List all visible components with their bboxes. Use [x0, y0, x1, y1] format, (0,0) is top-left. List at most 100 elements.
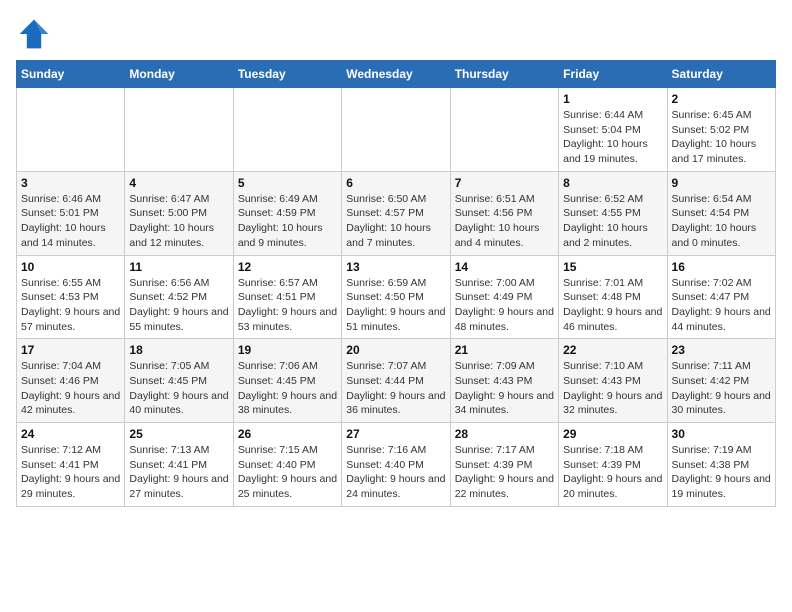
day-number: 13 — [346, 260, 445, 274]
day-number: 21 — [455, 343, 554, 357]
calendar-cell: 24 Sunrise: 7:12 AMSunset: 4:41 PMDayligh… — [17, 423, 125, 507]
day-info: Sunrise: 7:12 AMSunset: 4:41 PMDaylight:… — [21, 443, 120, 502]
calendar-cell: 30 Sunrise: 7:19 AMSunset: 4:38 PMDayligh… — [667, 423, 775, 507]
calendar-cell: 10 Sunrise: 6:55 AMSunset: 4:53 PMDayligh… — [17, 255, 125, 339]
calendar-cell — [125, 88, 233, 172]
day-info: Sunrise: 6:55 AMSunset: 4:53 PMDaylight:… — [21, 276, 120, 335]
week-row-3: 10 Sunrise: 6:55 AMSunset: 4:53 PMDayligh… — [17, 255, 776, 339]
day-number: 4 — [129, 176, 228, 190]
day-info: Sunrise: 7:04 AMSunset: 4:46 PMDaylight:… — [21, 359, 120, 418]
logo-icon — [16, 16, 52, 52]
day-number: 9 — [672, 176, 771, 190]
day-info: Sunrise: 7:11 AMSunset: 4:42 PMDaylight:… — [672, 359, 771, 418]
day-number: 15 — [563, 260, 662, 274]
day-number: 16 — [672, 260, 771, 274]
calendar-cell: 4Sunrise: 6:47 AMSunset: 5:00 PMDaylight… — [125, 171, 233, 255]
day-info: Sunrise: 6:49 AMSunset: 4:59 PMDaylight:… — [238, 192, 337, 251]
calendar-cell: 20 Sunrise: 7:07 AMSunset: 4:44 PMDayligh… — [342, 339, 450, 423]
day-info: Sunrise: 6:57 AMSunset: 4:51 PMDaylight:… — [238, 276, 337, 335]
calendar-cell: 22 Sunrise: 7:10 AMSunset: 4:43 PMDayligh… — [559, 339, 667, 423]
day-info: Sunrise: 7:07 AMSunset: 4:44 PMDaylight:… — [346, 359, 445, 418]
weekday-header-tuesday: Tuesday — [233, 61, 341, 88]
day-info: Sunrise: 7:02 AMSunset: 4:47 PMDaylight:… — [672, 276, 771, 335]
calendar-cell: 9 Sunrise: 6:54 AMSunset: 4:54 PMDaylight… — [667, 171, 775, 255]
day-info: Sunrise: 7:05 AMSunset: 4:45 PMDaylight:… — [129, 359, 228, 418]
day-info: Sunrise: 6:51 AMSunset: 4:56 PMDaylight:… — [455, 192, 554, 251]
day-number: 23 — [672, 343, 771, 357]
day-info: Sunrise: 7:15 AMSunset: 4:40 PMDaylight:… — [238, 443, 337, 502]
calendar-cell: 7 Sunrise: 6:51 AMSunset: 4:56 PMDaylight… — [450, 171, 558, 255]
calendar-cell: 13 Sunrise: 6:59 AMSunset: 4:50 PMDayligh… — [342, 255, 450, 339]
day-number: 22 — [563, 343, 662, 357]
day-info: Sunrise: 7:19 AMSunset: 4:38 PMDaylight:… — [672, 443, 771, 502]
day-number: 29 — [563, 427, 662, 441]
day-info: Sunrise: 7:10 AMSunset: 4:43 PMDaylight:… — [563, 359, 662, 418]
weekday-row: SundayMondayTuesdayWednesdayThursdayFrid… — [17, 61, 776, 88]
day-number: 11 — [129, 260, 228, 274]
header — [16, 16, 776, 52]
day-number: 28 — [455, 427, 554, 441]
day-info: Sunrise: 7:17 AMSunset: 4:39 PMDaylight:… — [455, 443, 554, 502]
calendar-cell: 28 Sunrise: 7:17 AMSunset: 4:39 PMDayligh… — [450, 423, 558, 507]
calendar-cell: 15 Sunrise: 7:01 AMSunset: 4:48 PMDayligh… — [559, 255, 667, 339]
calendar-cell: 27 Sunrise: 7:16 AMSunset: 4:40 PMDayligh… — [342, 423, 450, 507]
day-number: 26 — [238, 427, 337, 441]
day-number: 17 — [21, 343, 120, 357]
calendar-cell: 5 Sunrise: 6:49 AMSunset: 4:59 PMDaylight… — [233, 171, 341, 255]
day-info: Sunrise: 6:59 AMSunset: 4:50 PMDaylight:… — [346, 276, 445, 335]
day-number: 20 — [346, 343, 445, 357]
day-info: Sunrise: 7:06 AMSunset: 4:45 PMDaylight:… — [238, 359, 337, 418]
day-info: Sunrise: 6:52 AMSunset: 4:55 PMDaylight:… — [563, 192, 662, 251]
day-number: 25 — [129, 427, 228, 441]
calendar-cell — [450, 88, 558, 172]
weekday-header-wednesday: Wednesday — [342, 61, 450, 88]
calendar-cell: 19 Sunrise: 7:06 AMSunset: 4:45 PMDayligh… — [233, 339, 341, 423]
calendar-cell: 21 Sunrise: 7:09 AMSunset: 4:43 PMDayligh… — [450, 339, 558, 423]
day-info: Sunrise: 7:00 AMSunset: 4:49 PMDaylight:… — [455, 276, 554, 335]
day-number: 5 — [238, 176, 337, 190]
day-number: 19 — [238, 343, 337, 357]
calendar-cell: 3 Sunrise: 6:46 AMSunset: 5:01 PMDaylight… — [17, 171, 125, 255]
calendar-cell: 16 Sunrise: 7:02 AMSunset: 4:47 PMDayligh… — [667, 255, 775, 339]
day-info: Sunrise: 7:09 AMSunset: 4:43 PMDaylight:… — [455, 359, 554, 418]
calendar-cell — [233, 88, 341, 172]
day-info: Sunrise: 6:54 AMSunset: 4:54 PMDaylight:… — [672, 192, 771, 251]
calendar-header: SundayMondayTuesdayWednesdayThursdayFrid… — [17, 61, 776, 88]
day-info: Sunrise: 6:50 AMSunset: 4:57 PMDaylight:… — [346, 192, 445, 251]
week-row-4: 17 Sunrise: 7:04 AMSunset: 4:46 PMDayligh… — [17, 339, 776, 423]
day-info: Sunrise: 6:45 AMSunset: 5:02 PMDaylight:… — [672, 108, 771, 167]
calendar-cell: 18Sunrise: 7:05 AMSunset: 4:45 PMDayligh… — [125, 339, 233, 423]
day-number: 10 — [21, 260, 120, 274]
calendar-cell: 6 Sunrise: 6:50 AMSunset: 4:57 PMDaylight… — [342, 171, 450, 255]
day-number: 27 — [346, 427, 445, 441]
calendar-cell: 25 Sunrise: 7:13 AMSunset: 4:41 PMDayligh… — [125, 423, 233, 507]
day-number: 3 — [21, 176, 120, 190]
week-row-1: 1 Sunrise: 6:44 AMSunset: 5:04 PMDaylight… — [17, 88, 776, 172]
day-info: Sunrise: 6:46 AMSunset: 5:01 PMDaylight:… — [21, 192, 120, 251]
week-row-5: 24 Sunrise: 7:12 AMSunset: 4:41 PMDayligh… — [17, 423, 776, 507]
weekday-header-sunday: Sunday — [17, 61, 125, 88]
day-number: 7 — [455, 176, 554, 190]
day-info: Sunrise: 7:13 AMSunset: 4:41 PMDaylight:… — [129, 443, 228, 502]
weekday-header-saturday: Saturday — [667, 61, 775, 88]
day-info: Sunrise: 6:44 AMSunset: 5:04 PMDaylight:… — [563, 108, 662, 167]
day-number: 24 — [21, 427, 120, 441]
day-number: 8 — [563, 176, 662, 190]
calendar-table: SundayMondayTuesdayWednesdayThursdayFrid… — [16, 60, 776, 507]
day-number: 12 — [238, 260, 337, 274]
calendar-cell: 29Sunrise: 7:18 AMSunset: 4:39 PMDayligh… — [559, 423, 667, 507]
calendar-body: 1 Sunrise: 6:44 AMSunset: 5:04 PMDaylight… — [17, 88, 776, 507]
day-number: 6 — [346, 176, 445, 190]
calendar-cell — [342, 88, 450, 172]
calendar-cell: 14Sunrise: 7:00 AMSunset: 4:49 PMDayligh… — [450, 255, 558, 339]
weekday-header-monday: Monday — [125, 61, 233, 88]
calendar-cell: 26 Sunrise: 7:15 AMSunset: 4:40 PMDayligh… — [233, 423, 341, 507]
day-number: 2 — [672, 92, 771, 106]
week-row-2: 3 Sunrise: 6:46 AMSunset: 5:01 PMDaylight… — [17, 171, 776, 255]
calendar-cell: 17 Sunrise: 7:04 AMSunset: 4:46 PMDayligh… — [17, 339, 125, 423]
day-info: Sunrise: 7:16 AMSunset: 4:40 PMDaylight:… — [346, 443, 445, 502]
day-info: Sunrise: 7:01 AMSunset: 4:48 PMDaylight:… — [563, 276, 662, 335]
calendar-cell: 11Sunrise: 6:56 AMSunset: 4:52 PMDayligh… — [125, 255, 233, 339]
day-number: 30 — [672, 427, 771, 441]
day-number: 1 — [563, 92, 662, 106]
